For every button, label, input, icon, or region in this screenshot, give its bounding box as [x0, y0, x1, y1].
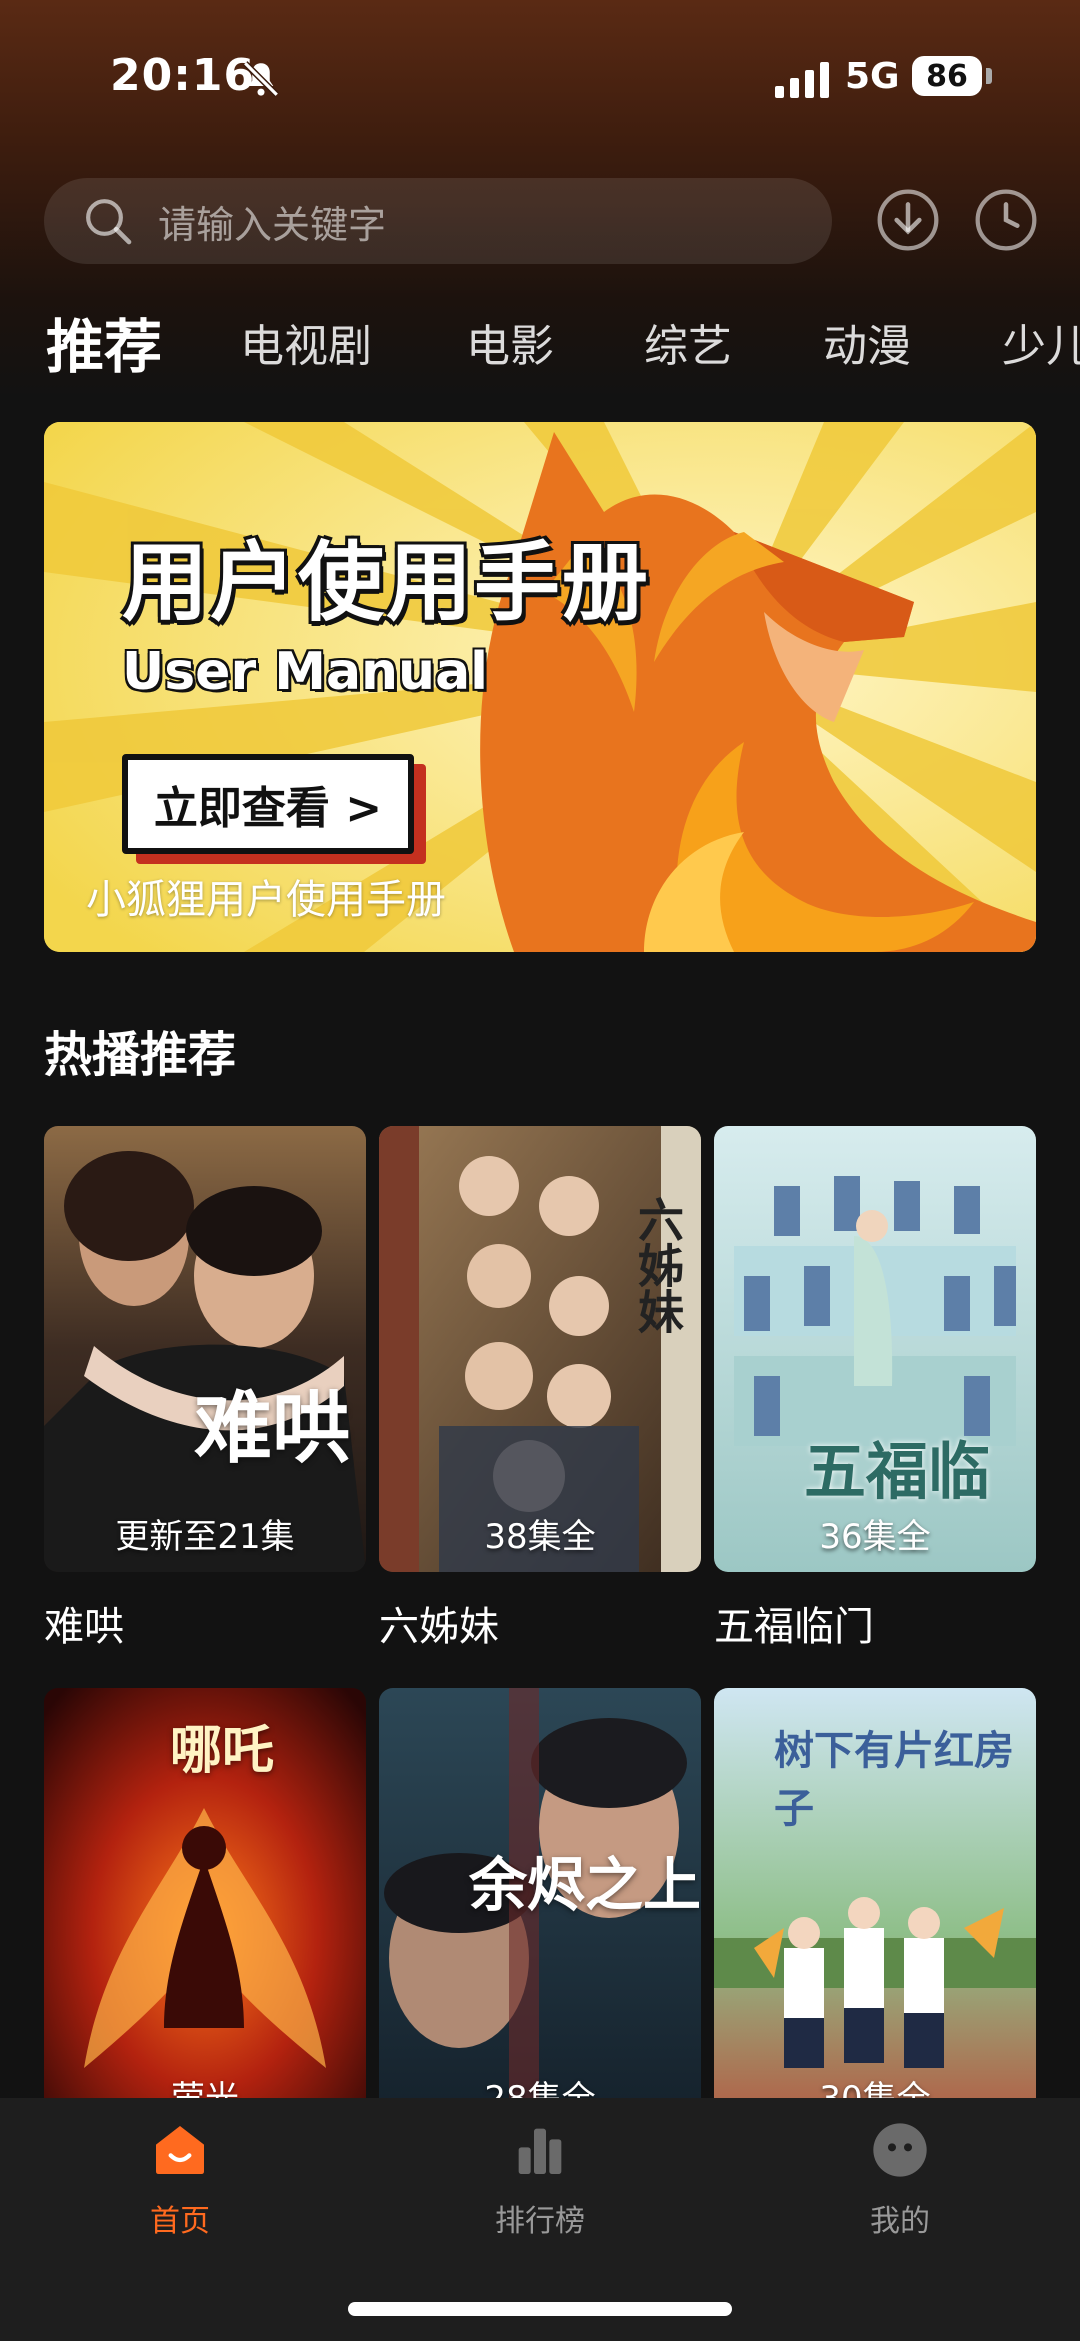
- status-time: 20:16: [110, 50, 256, 101]
- tab-movies[interactable]: 电影: [466, 310, 554, 374]
- search-icon: [86, 199, 132, 245]
- poster-nezha: 哪吒 萤光: [44, 1688, 366, 2134]
- tab-recommend[interactable]: 推荐: [46, 300, 162, 384]
- content-card[interactable]: 六姊妹 38集全 六姊妹: [379, 1126, 701, 1652]
- battery-tip: [986, 68, 992, 84]
- poster-embers: 余烬之上 28集全: [379, 1688, 701, 2134]
- view-now-button[interactable]: 立即查看 >: [122, 754, 414, 854]
- nav-profile[interactable]: 我的: [800, 2118, 1000, 2240]
- app-screen: 20:16 5G 86 请输入关键字 推荐 电视剧 电影 综艺 动漫 少儿 用户…: [0, 0, 1080, 2341]
- tab-variety[interactable]: 综艺: [644, 310, 732, 374]
- tab-kids[interactable]: 少儿: [1002, 310, 1080, 374]
- banner-subtitle: User Manual: [122, 642, 488, 702]
- silent-mode-icon: [243, 61, 279, 97]
- search-input[interactable]: 请输入关键字: [44, 178, 832, 264]
- poster-wufulinmen: 五福临 36集全: [714, 1126, 1036, 1572]
- poster-title-art: 六姊妹: [631, 1196, 685, 1334]
- poster-campus: 树下有片红房子 30集全: [714, 1688, 1036, 2134]
- card-title: 六姊妹: [379, 1604, 499, 1650]
- poster-nanhong: 难哄 更新至21集: [44, 1126, 366, 1572]
- card-title: 难哄: [44, 1604, 124, 1650]
- banner-caption: 小狐狸用户使用手册: [86, 877, 446, 923]
- episode-badge: 36集全: [819, 1517, 931, 1557]
- profile-icon: [873, 2123, 927, 2177]
- content-card[interactable]: 树下有片红房子 30集全: [714, 1688, 1036, 2156]
- poster-title-art: 五福临: [804, 1435, 991, 1508]
- ranking-icon: [518, 2128, 562, 2174]
- poster-title-art: 余烬之上: [469, 1851, 701, 1919]
- home-icon: [156, 2126, 204, 2174]
- tab-anime[interactable]: 动漫: [823, 310, 911, 374]
- nav-home[interactable]: 首页: [80, 2118, 280, 2240]
- download-icon[interactable]: [874, 186, 942, 254]
- poster-image: [44, 1126, 366, 1572]
- content-card[interactable]: 哪吒 萤光: [44, 1688, 366, 2156]
- poster-image: [379, 1126, 701, 1572]
- status-bar: 20:16 5G 86: [0, 40, 1080, 120]
- episode-badge: 38集全: [484, 1517, 596, 1557]
- home-indicator[interactable]: [348, 2302, 732, 2316]
- card-title: 五福临门: [714, 1604, 874, 1650]
- cellular-signal-icon: [775, 62, 829, 98]
- battery-indicator: 86: [912, 56, 982, 96]
- nav-label: 我的: [870, 2204, 930, 2239]
- section-title-hot: 热播推荐: [44, 1027, 237, 1083]
- history-icon[interactable]: [972, 186, 1040, 254]
- poster-title-art: 树下有片红房子: [774, 1727, 1014, 1832]
- episode-badge: 更新至21集: [115, 1517, 295, 1557]
- network-type: 5G: [845, 56, 900, 97]
- banner-title: 用户使用手册: [122, 533, 650, 633]
- content-card[interactable]: 五福临 36集全 五福临门: [714, 1126, 1036, 1652]
- nav-label: 首页: [150, 2204, 210, 2239]
- content-card[interactable]: 难哄 更新至21集 难哄: [44, 1126, 366, 1652]
- nav-label: 排行榜: [495, 2204, 585, 2239]
- search-placeholder: 请输入关键字: [158, 202, 387, 247]
- poster-title-art: 哪吒: [170, 1720, 275, 1781]
- banner-user-manual[interactable]: 用户使用手册 User Manual 立即查看 > 小狐狸用户使用手册: [44, 422, 1036, 952]
- content-card[interactable]: 余烬之上 28集全: [379, 1688, 701, 2156]
- tab-tv-series[interactable]: 电视剧: [240, 310, 372, 374]
- nav-ranking[interactable]: 排行榜: [440, 2118, 640, 2240]
- category-tabs: 推荐 电视剧 电影 综艺 动漫 少儿: [0, 300, 1080, 381]
- poster-liuzimei: 六姊妹 38集全: [379, 1126, 701, 1572]
- poster-title-art: 难哄: [194, 1383, 351, 1474]
